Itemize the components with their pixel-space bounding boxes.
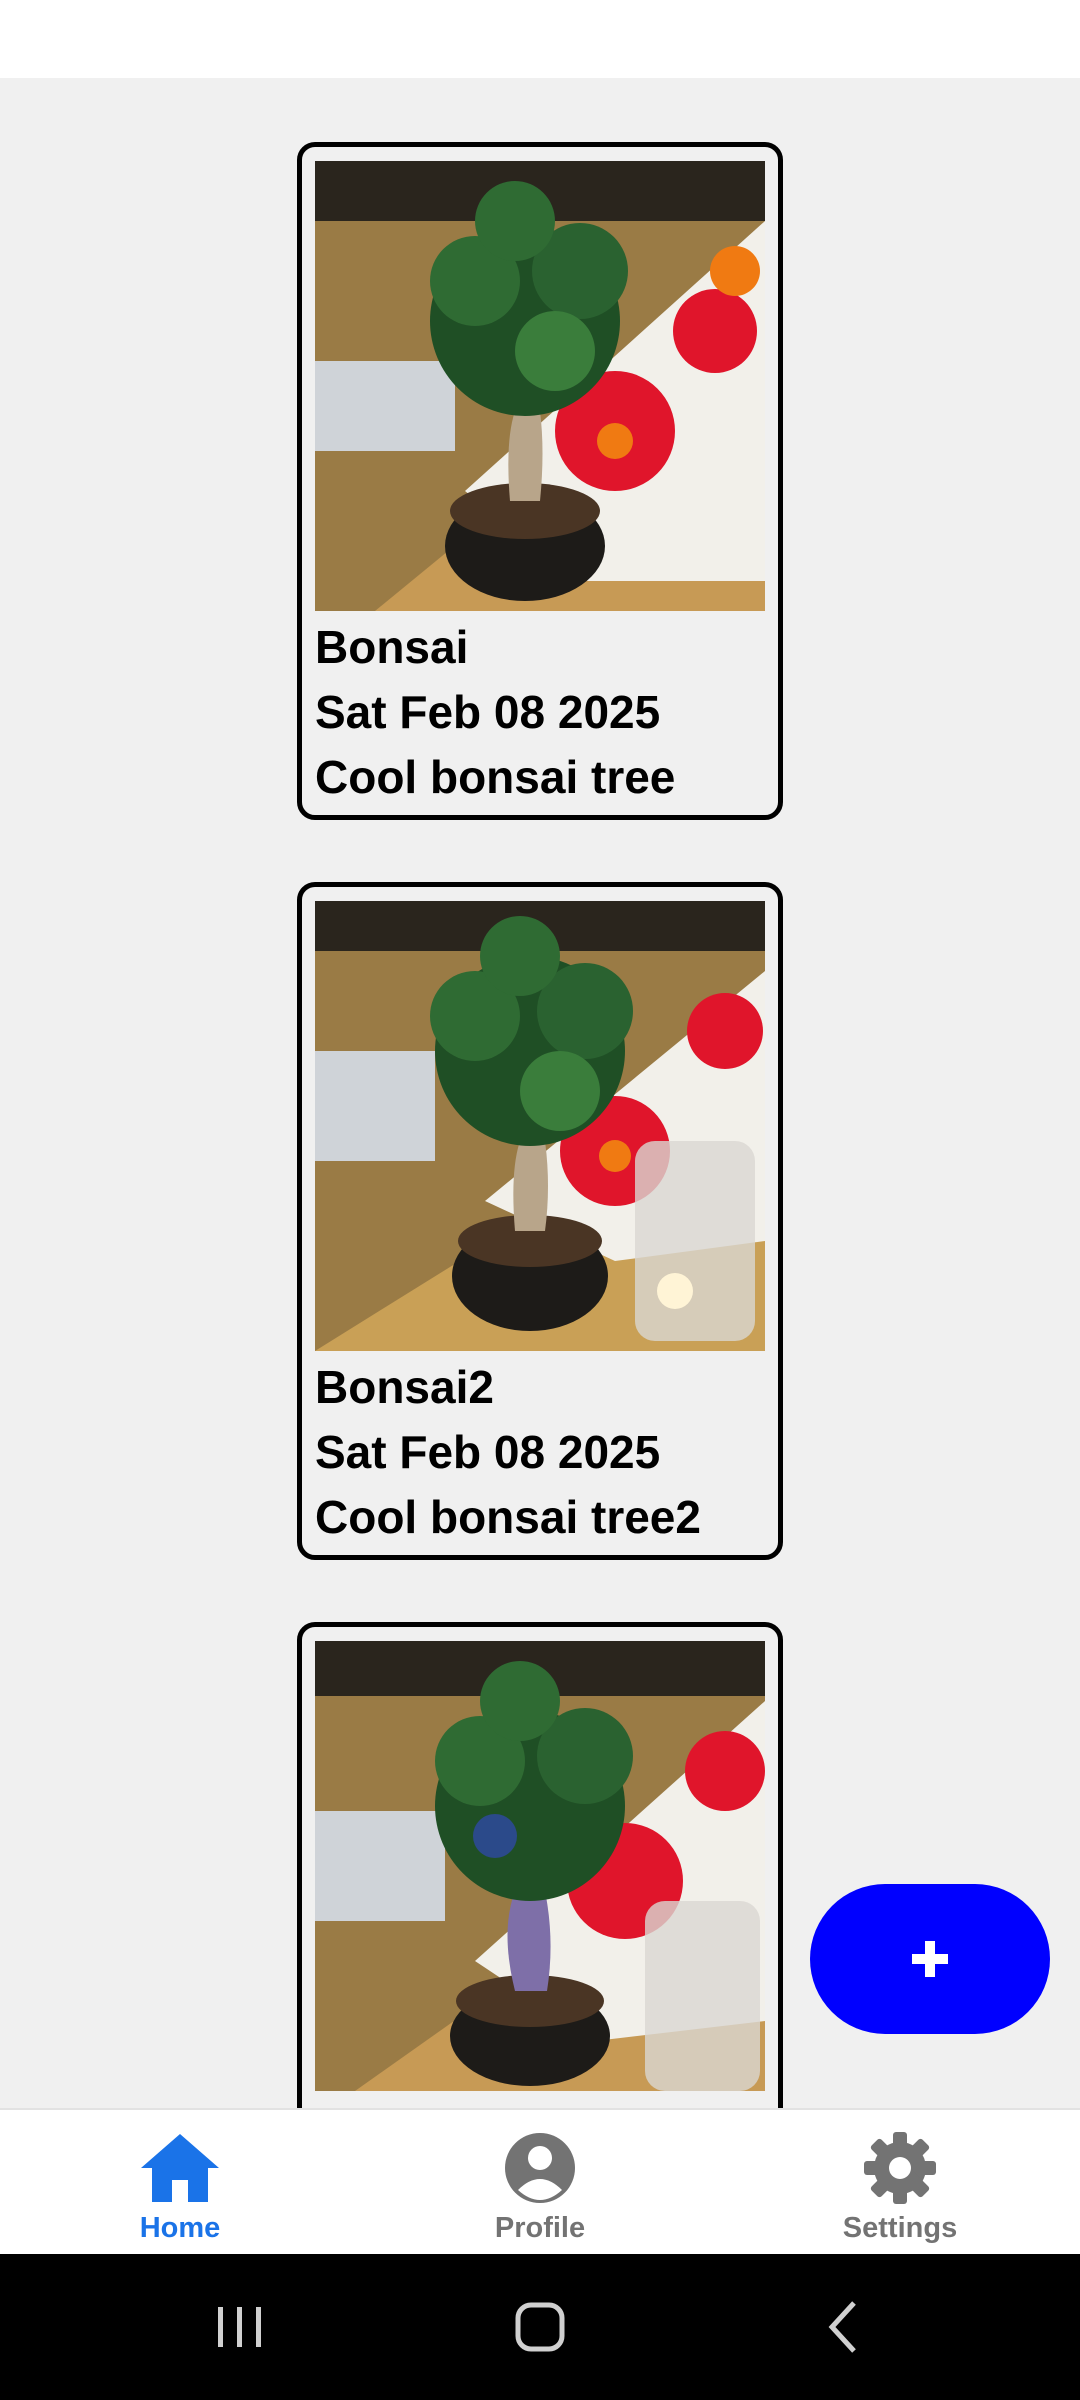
post-card[interactable]: Bonsai2 Sat Feb 08 2025 Cool bonsai tree… [297, 882, 783, 1560]
tab-home[interactable]: Home [0, 2110, 360, 2256]
home-icon [141, 2134, 219, 2202]
bottom-tab-bar: Home Profile Settings [0, 2108, 1080, 2256]
tab-label-profile: Profile [494, 2212, 586, 2244]
add-post-button[interactable] [810, 1884, 1050, 2034]
back-icon [828, 2301, 856, 2353]
system-home-button[interactable] [504, 2291, 576, 2363]
tab-profile[interactable]: Profile [360, 2110, 720, 2256]
recent-apps-button[interactable] [204, 2291, 276, 2363]
post-photo [315, 901, 765, 1351]
tab-label-home: Home [139, 2212, 221, 2244]
post-name: Bonsai3 [315, 2097, 494, 2108]
post-photo [315, 161, 765, 611]
post-date: Sat Feb 08 2025 [315, 1426, 661, 1478]
post-description: Cool bonsai tree2 [315, 1491, 701, 1543]
post-photo [315, 1641, 765, 2091]
status-bar [0, 0, 1080, 78]
post-name: Bonsai [315, 621, 469, 673]
tab-settings[interactable]: Settings [720, 2110, 1080, 2256]
post-feed[interactable]: Bonsai Sat Feb 08 2025 Cool bonsai tree [0, 78, 1080, 2108]
post-name: Bonsai2 [315, 1361, 494, 1413]
plus-icon [912, 1941, 948, 1977]
post-date: Sat Feb 08 2025 [315, 686, 661, 738]
account-circle-icon [505, 2133, 575, 2203]
system-navigation-bar [0, 2254, 1080, 2400]
tab-label-settings: Settings [842, 2212, 958, 2244]
post-card[interactable]: Bonsai Sat Feb 08 2025 Cool bonsai tree [297, 142, 783, 820]
post-card[interactable]: Bonsai3 [297, 1622, 783, 2108]
recent-apps-icon [218, 2307, 261, 2347]
home-circle-icon [515, 2302, 565, 2352]
back-button[interactable] [808, 2291, 880, 2363]
gear-icon [864, 2132, 936, 2204]
post-description: Cool bonsai tree [315, 751, 676, 803]
